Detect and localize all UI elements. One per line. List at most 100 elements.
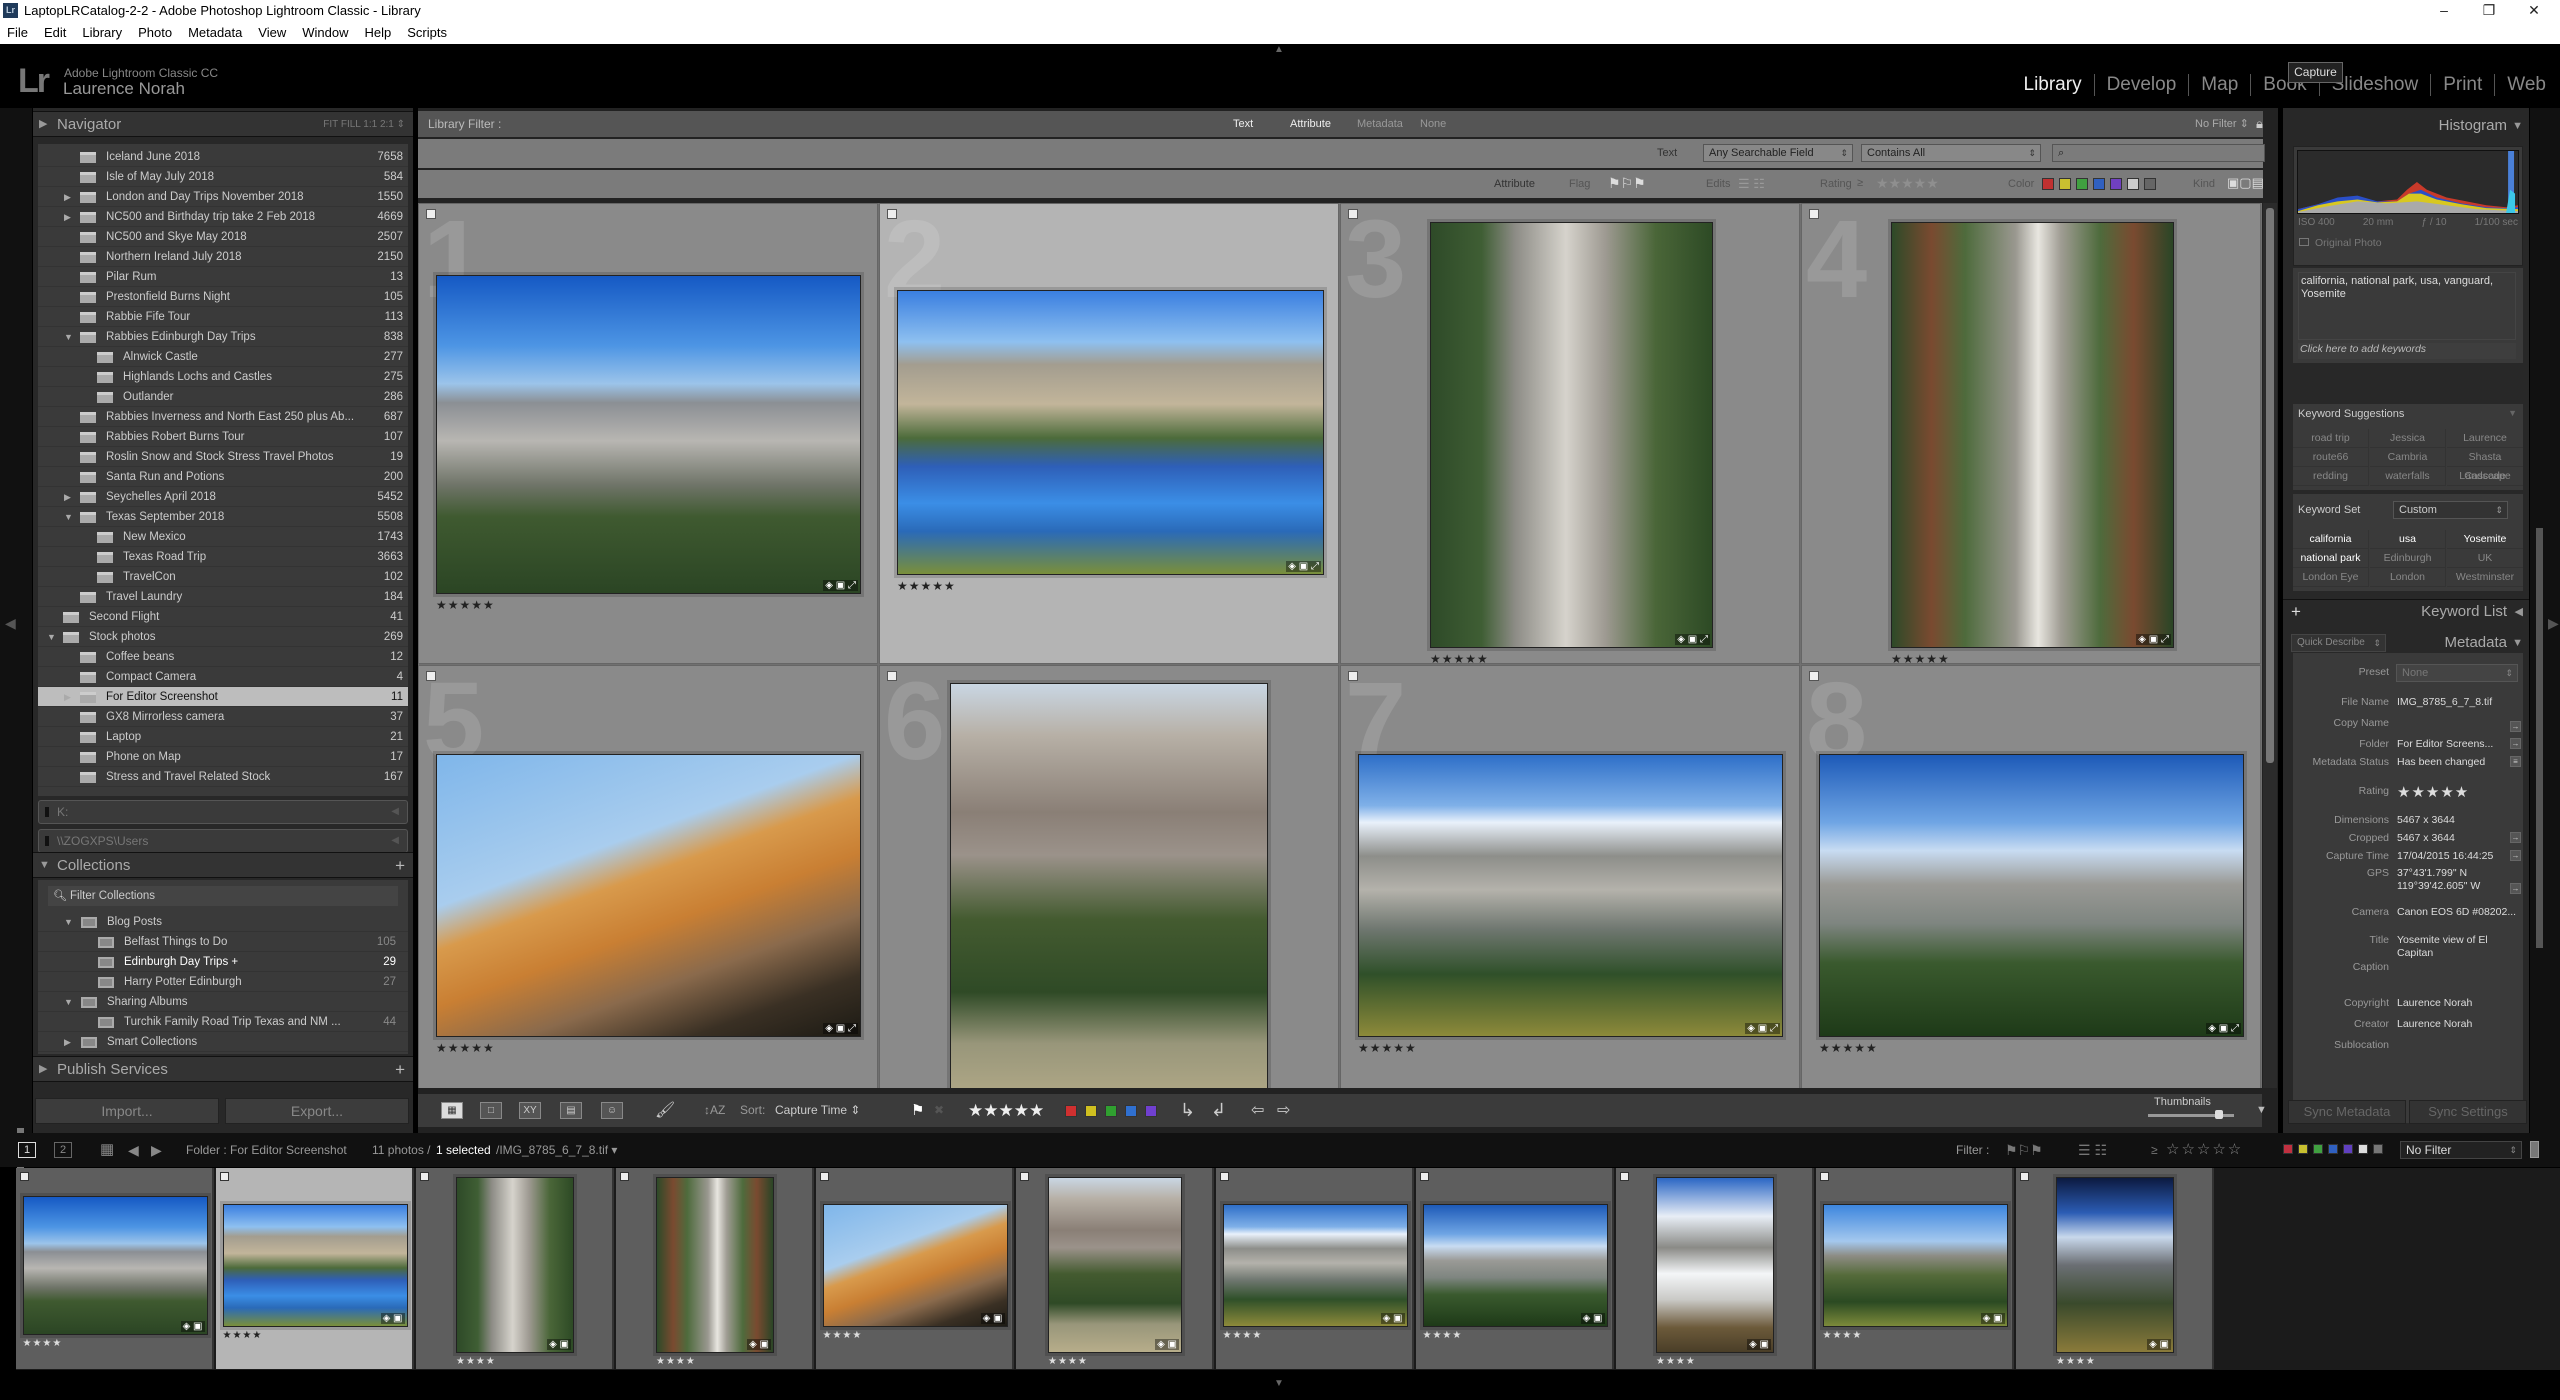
module-print[interactable]: Print	[2431, 74, 2496, 96]
photo-rating[interactable]: ★★★★★	[1430, 652, 1489, 663]
edits-filter-icons[interactable]: ☰ ☷	[2078, 1133, 2107, 1167]
folder-item[interactable]: Coffee beans 12	[38, 647, 408, 667]
photo-rating[interactable]: ★★★★	[656, 1356, 696, 1367]
folder-item[interactable]: Pilar Rum 13	[38, 267, 408, 287]
minimize-button[interactable]: –	[2424, 0, 2464, 21]
collapse-right-panel-icon[interactable]: ▶	[2548, 615, 2559, 632]
collection-item[interactable]: Turchik Family Road Trip Texas and NM ..…	[38, 1012, 408, 1032]
color-filter-swatch[interactable]	[2127, 178, 2139, 190]
filmstrip-cell[interactable]: ◈ ▣ ★★★★	[216, 1168, 414, 1369]
sync-metadata-button[interactable]: Sync Metadata	[2288, 1100, 2406, 1124]
histogram-header[interactable]: Histogram ▼	[2283, 114, 2529, 138]
photo-rating[interactable]: ★★★★★	[1358, 1041, 1417, 1055]
collection-set[interactable]: ▶ Smart Collections	[38, 1032, 408, 1052]
photo-rating[interactable]: ★★★★	[1048, 1356, 1088, 1367]
folder-item[interactable]: TravelCon 102	[38, 567, 408, 587]
photo-thumbnail[interactable]: ◈ ▣ ⤢	[1358, 754, 1783, 1037]
photo-thumbnail[interactable]: ◈ ▣ ⤢	[436, 275, 861, 594]
filter-tab-metadata[interactable]: Metadata	[1357, 111, 1403, 137]
rotate-right-icon[interactable]: ↲	[1211, 1094, 1226, 1127]
folder-item[interactable]: GX8 Mirrorless camera 37	[38, 707, 408, 727]
menu-edit[interactable]: Edit	[44, 25, 66, 40]
grid-cell[interactable]: 2 ◈ ▣ ⤢ ★★★★★	[879, 203, 1339, 664]
color-filter-swatch[interactable]	[2283, 1144, 2293, 1154]
thumbnail-badges-icon[interactable]: ◈ ▣	[1980, 1312, 2005, 1324]
keyword-chip[interactable]: route66	[2293, 448, 2369, 467]
metadata-preset-dropdown[interactable]: None ⇕	[2396, 664, 2518, 682]
photo-rating[interactable]: ★★★★	[223, 1330, 263, 1341]
folder-item[interactable]: ▶ For Editor Screenshot 11	[38, 687, 408, 707]
keyword-chip[interactable]: waterfalls	[2370, 467, 2446, 486]
add-keyword-icon[interactable]: +	[2291, 600, 2301, 624]
filmstrip-thumbnail[interactable]: ◈ ▣	[1822, 1203, 2008, 1327]
flag-filter-icons[interactable]: ⚑⚐⚑	[1608, 175, 1646, 192]
thumbnail-badges-icon[interactable]: ◈ ▣	[2147, 1339, 2171, 1350]
collection-item[interactable]: Harry Potter Edinburgh 27	[38, 972, 408, 992]
thumbnail-badges-icon[interactable]: ◈ ▣	[1580, 1312, 1605, 1324]
folder-item[interactable]: New Mexico 1743	[38, 527, 408, 547]
flag-filter-icons[interactable]: ⚑⚐⚑	[2005, 1133, 2043, 1167]
folder-item[interactable]: Phone on Map 17	[38, 747, 408, 767]
folder-item[interactable]: Prestonfield Burns Night 105	[38, 287, 408, 307]
folder-item[interactable]: ▶ NC500 and Birthday trip take 2 Feb 2018…	[38, 207, 408, 227]
cell-flag-badge[interactable]	[887, 671, 897, 681]
color-filter-swatch[interactable]	[2093, 178, 2105, 190]
menu-file[interactable]: File	[7, 25, 28, 40]
folder-item[interactable]: ▶ Seychelles April 2018 5452	[38, 487, 408, 507]
photo-rating[interactable]: ★★★★★	[1891, 652, 1950, 663]
main-window-button[interactable]: 1	[18, 1142, 36, 1158]
rating-operator[interactable]: ≥	[2151, 1133, 2158, 1167]
color-filter-swatch[interactable]	[2042, 178, 2054, 190]
color-label-swatch[interactable]	[1085, 1105, 1097, 1117]
thumbnail-badges-icon[interactable]: ◈ ▣	[1747, 1339, 1771, 1350]
add-keywords-input[interactable]: Click here to add keywords	[2298, 343, 2516, 359]
grid-cell[interactable]: 3 ◈ ▣ ⤢ ★★★★★	[1340, 203, 1800, 664]
file-name-value[interactable]: IMG_8785_6_7_8.tif	[2397, 696, 2509, 708]
previous-photo-icon[interactable]: ⇦	[1251, 1094, 1264, 1127]
metadata-header[interactable]: Quick Describe ⇕ Metadata ▼	[2283, 631, 2529, 655]
flag-pick-icon[interactable]: ⚑	[911, 1094, 924, 1127]
cell-flag-badge[interactable]	[1348, 671, 1358, 681]
folder-item[interactable]: Isle of May July 2018 584	[38, 167, 408, 187]
menu-scripts[interactable]: Scripts	[407, 25, 447, 40]
filmstrip-thumbnail[interactable]: ◈ ▣	[822, 1203, 1008, 1327]
thumbnail-badges-icon[interactable]: ◈ ▣	[547, 1339, 571, 1350]
module-develop[interactable]: Develop	[2095, 74, 2190, 96]
photo-rating[interactable]: ★★★★	[2056, 1356, 2096, 1367]
filmstrip-cell[interactable]: ◈ ▣ ★★★★	[616, 1168, 814, 1369]
collapse-filmstrip-icon[interactable]: ▼	[1274, 1378, 1284, 1389]
searchable-field-dropdown[interactable]: Any Searchable Field ⇕	[1703, 144, 1853, 162]
right-scrollbar[interactable]	[2536, 528, 2543, 948]
sort-dropdown[interactable]: Capture Time ⇕	[775, 1094, 860, 1127]
color-label-swatch[interactable]	[1145, 1105, 1157, 1117]
cell-flag-badge[interactable]	[1820, 1172, 1829, 1181]
collapse-left-panel-icon[interactable]: ◀	[5, 615, 16, 632]
filmstrip-thumbnail[interactable]: ◈ ▣	[222, 1203, 408, 1327]
keyword-chip[interactable]: Shasta Cascade	[2447, 448, 2523, 482]
rating-stars[interactable]: ★★★★★	[968, 1094, 1044, 1127]
original-photo-toggle[interactable]: Original Photo	[2299, 237, 2382, 249]
folder-item[interactable]: Rabbie Fife Tour 113	[38, 307, 408, 327]
thumbnail-badges-icon[interactable]: ◈ ▣ ⤢	[823, 580, 858, 591]
filmstrip-thumbnail[interactable]: ◈ ▣	[456, 1177, 574, 1353]
kind-filter-icons[interactable]: ▣▢▤	[2227, 175, 2264, 191]
color-filter-swatch[interactable]	[2358, 1144, 2368, 1154]
cell-flag-badge[interactable]	[1809, 209, 1819, 219]
next-photo-icon[interactable]: ⇨	[1277, 1094, 1290, 1127]
cell-flag-badge[interactable]	[220, 1172, 229, 1181]
rotate-left-icon[interactable]: ↳	[1180, 1094, 1195, 1127]
folder-collapsed-triangle-icon[interactable]: ▶	[64, 687, 71, 707]
lock-icon[interactable]: 🔒︎	[2256, 111, 2263, 137]
module-map[interactable]: Map	[2189, 74, 2252, 96]
keyword-chip[interactable]: UK	[2447, 549, 2523, 568]
scrollbar-thumb[interactable]	[2266, 208, 2274, 763]
folder-item[interactable]: ▼ Rabbies Edinburgh Day Trips 838	[38, 327, 408, 347]
add-collection-button[interactable]: +	[395, 853, 405, 878]
photo-rating[interactable]: ★★★★	[1223, 1330, 1263, 1341]
sort-direction-icon[interactable]: ↕AZ	[704, 1094, 725, 1127]
menu-help[interactable]: Help	[365, 25, 392, 40]
metadata-view-dropdown[interactable]: Quick Describe ⇕	[2291, 634, 2386, 652]
close-button[interactable]: ✕	[2514, 0, 2554, 21]
photo-rating[interactable]: ★★★★	[823, 1330, 863, 1341]
sync-settings-button[interactable]: Sync Settings	[2409, 1100, 2527, 1124]
